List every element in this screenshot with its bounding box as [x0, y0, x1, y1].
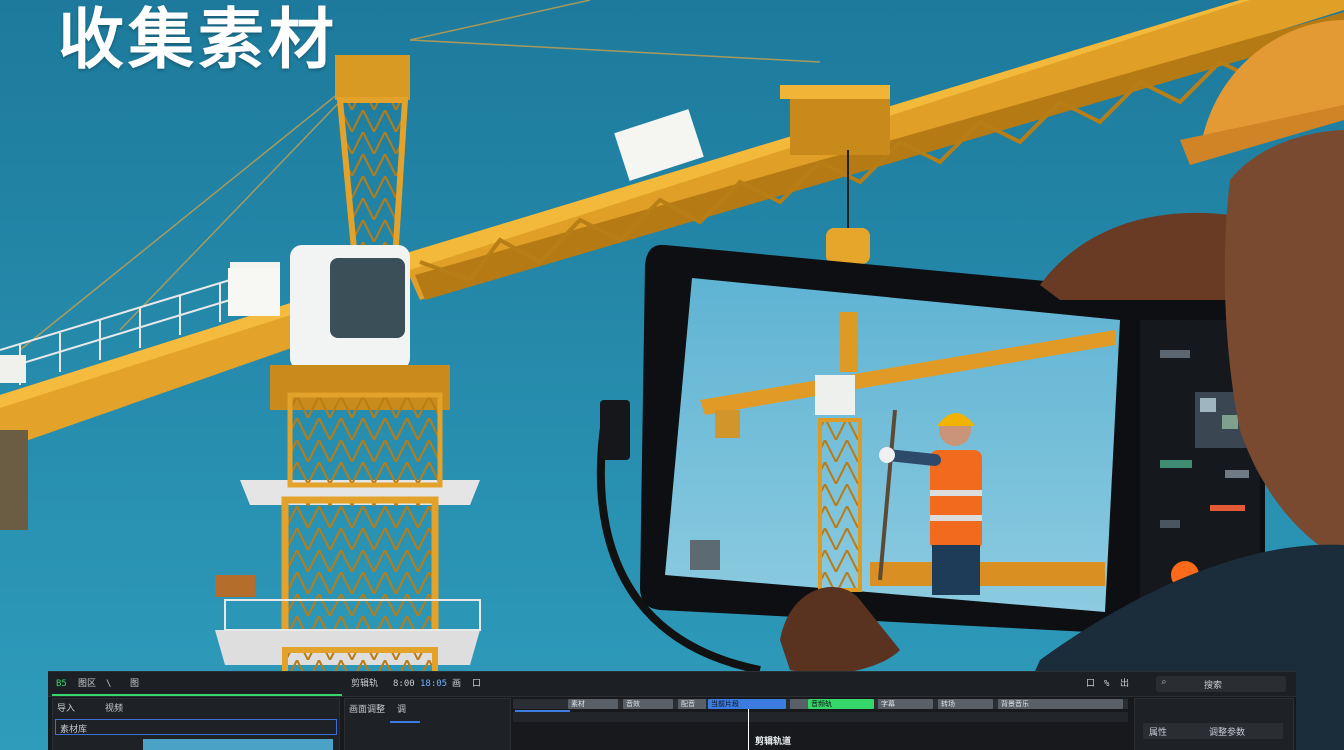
scene: 收集素材 B5 图区 \ 图 剪辑轨 8:00 18:05 画 口 口 % 出 … — [0, 0, 1344, 750]
timeline-clip[interactable]: 字幕 — [878, 699, 933, 709]
adjust-panel: 画面调整 调 — [344, 698, 511, 750]
timeline-clip[interactable]: 素材 — [568, 699, 618, 709]
timeline-clip[interactable]: 配音 — [678, 699, 706, 709]
timeline-progress — [515, 710, 570, 712]
media-tab[interactable]: 导入 — [57, 701, 75, 714]
toolbar-tab[interactable]: 图 — [130, 678, 139, 690]
toolbar-tab[interactable]: \ — [106, 678, 111, 690]
media-folder-row[interactable]: 素材库 — [55, 719, 337, 735]
headline-title: 收集素材 — [58, 1, 338, 78]
inspector-panel: 属性 调整参数 — [1134, 698, 1294, 750]
timeline-clip-audio[interactable]: 音频轨 — [808, 699, 874, 709]
toolbar-button[interactable]: 画 — [452, 678, 461, 690]
crane-signboard-2 — [228, 268, 280, 316]
search-label: 搜索 — [1204, 681, 1223, 691]
toolbar-button[interactable]: % — [1104, 678, 1109, 690]
timecode: 8:00 — [393, 679, 415, 689]
photo-illustration — [0, 0, 1344, 750]
toolbar-title: 剪辑轨 — [351, 679, 379, 689]
active-tab-indicator — [52, 694, 342, 696]
toolbar-tab[interactable]: B5 — [56, 678, 67, 690]
adjust-slider[interactable] — [390, 721, 420, 723]
timeline-clip[interactable]: 背景音乐 — [998, 699, 1123, 709]
video-editor-panel: B5 图区 \ 图 剪辑轨 8:00 18:05 画 口 口 % 出 ⌕ 搜索 … — [48, 671, 1296, 750]
adjust-tab[interactable]: 画面调整 — [349, 702, 385, 715]
playhead-label: 剪辑轨道 — [755, 737, 792, 747]
toolbar-tab[interactable]: 图区 — [78, 678, 96, 690]
timecode-duration: 18:05 — [420, 679, 448, 689]
search-input[interactable]: ⌕ 搜索 — [1156, 676, 1286, 692]
media-thumbnail[interactable] — [143, 739, 333, 750]
media-panel: 导入 视频 素材库 — [52, 698, 340, 750]
timeline-track — [513, 712, 1128, 722]
timeline-clip[interactable]: 音效 — [623, 699, 673, 709]
inspector-value: 调整参数 — [1209, 728, 1246, 738]
inspector-label: 属性 — [1149, 728, 1168, 738]
search-icon: ⌕ — [1161, 678, 1167, 688]
toolbar-button[interactable]: 出 — [1120, 678, 1129, 690]
playhead[interactable] — [748, 709, 749, 750]
timeline-clip[interactable] — [790, 699, 808, 709]
media-folder-title: 素材库 — [60, 725, 88, 735]
toolbar-button[interactable]: 口 — [472, 678, 481, 690]
timeline-clip[interactable]: 转场 — [938, 699, 993, 709]
inspector-row[interactable]: 属性 调整参数 — [1143, 723, 1283, 739]
media-tab[interactable]: 视频 — [105, 701, 123, 714]
timeline-clip-selected[interactable]: 当前片段 — [708, 699, 786, 709]
adjust-tab[interactable]: 调 — [397, 702, 406, 715]
toolbar-button[interactable]: 口 — [1086, 678, 1095, 690]
